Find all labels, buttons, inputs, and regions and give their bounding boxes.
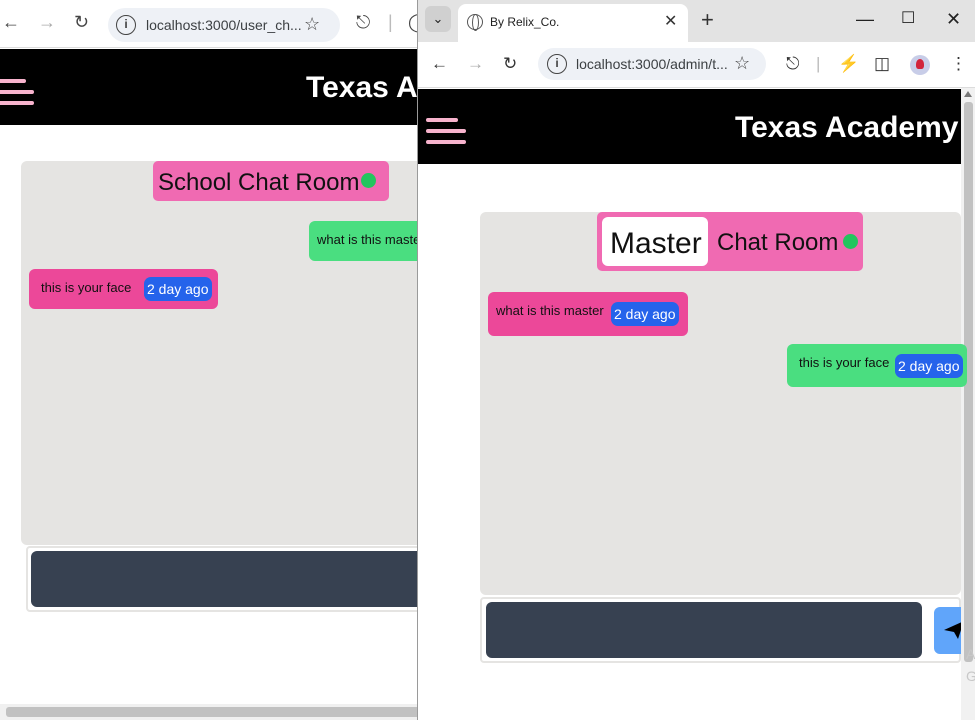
message-timestamp-badge: 2 day ago [895, 354, 963, 378]
message-text: what is this master [496, 303, 604, 318]
extensions-icon[interactable]: ⎋ [786, 54, 799, 74]
message-timestamp-badge: 2 day ago [611, 302, 679, 326]
bookmark-star-icon[interactable]: ☆ [734, 53, 750, 74]
send-plane-icon [944, 622, 961, 639]
fg-chat-room-label: Chat Room [717, 229, 839, 256]
fg-message-bubble: what is this master 2 day ago [488, 292, 688, 336]
master-label: Master [610, 227, 702, 260]
fg-message-bubble: this is your face 2 day ago [787, 344, 967, 387]
send-button[interactable] [934, 607, 961, 654]
bg-address-bar[interactable]: i localhost:3000/user_ch... ☆ [108, 8, 340, 42]
bookmark-star-icon[interactable]: ☆ [304, 14, 320, 35]
fg-browser-toolbar: ← → ↻ i localhost:3000/admin/t... ☆ ⎋ | … [418, 42, 975, 88]
vertical-scrollbar[interactable] [961, 88, 975, 720]
tab-title: By Relix_Co. [490, 15, 560, 29]
background-browser-window: ← → ↻ i localhost:3000/user_ch... ☆ ⎋ | … [0, 0, 420, 720]
tab-strip: ⌄ By Relix_Co. ✕ + — ☐ ✕ [418, 0, 975, 42]
bg-site-header: Texas Academy [0, 49, 420, 125]
reload-icon[interactable]: ↻ [503, 54, 517, 74]
globe-icon [467, 14, 483, 31]
toolbar-divider: | [816, 54, 821, 73]
fg-address-bar[interactable]: i localhost:3000/admin/t... ☆ [538, 48, 766, 80]
message-text: this is your face [799, 355, 890, 370]
fg-chat-room-title: Master Chat Room [597, 212, 863, 271]
forward-icon[interactable]: → [467, 54, 484, 74]
watermark-letter: A [966, 646, 975, 662]
profile-avatar[interactable] [910, 55, 930, 75]
more-menu-icon[interactable]: ⋮ [950, 54, 967, 74]
horizontal-scrollbar[interactable] [0, 704, 420, 720]
message-text: this is your face [41, 280, 132, 295]
back-icon[interactable]: ← [431, 54, 448, 74]
message-timestamp-badge: 2 day ago [144, 277, 212, 301]
hamburger-menu-icon[interactable] [0, 79, 36, 112]
scroll-up-arrow-icon[interactable] [964, 91, 972, 97]
tab-active[interactable]: By Relix_Co. ✕ [458, 4, 688, 42]
foreground-browser-window: ⌄ By Relix_Co. ✕ + — ☐ ✕ ← → ↻ i localho… [417, 0, 975, 720]
back-icon[interactable]: ← [2, 12, 20, 33]
toolbar-divider: | [388, 12, 393, 32]
close-tab-icon[interactable]: ✕ [664, 11, 677, 31]
fg-site-title: Texas Academy [735, 111, 959, 144]
close-window-icon[interactable]: ✕ [946, 9, 961, 29]
bg-chat-panel [21, 161, 420, 545]
watermark-letter: G [966, 668, 975, 684]
bg-chat-room-label: School Chat Room [158, 169, 360, 196]
new-tab-plus-icon[interactable]: + [701, 8, 714, 32]
online-status-dot [843, 234, 858, 249]
bg-browser-toolbar: ← → ↻ i localhost:3000/user_ch... ☆ ⎋ | … [0, 0, 420, 48]
message-text: what is this master [317, 232, 420, 247]
minimize-icon[interactable]: — [856, 9, 874, 29]
reload-icon[interactable]: ↻ [74, 12, 89, 33]
maximize-icon[interactable]: ☐ [901, 9, 915, 29]
tab-search-chevron-icon[interactable]: ⌄ [425, 6, 451, 32]
bg-url-text: localhost:3000/user_ch... [146, 17, 302, 33]
extensions-icon[interactable]: ⎋ [356, 12, 370, 33]
bg-message-input[interactable] [31, 551, 420, 607]
fg-url-text: localhost:3000/admin/t... [576, 56, 728, 72]
site-info-icon[interactable]: i [547, 54, 567, 74]
performance-icon[interactable]: ⚡ [838, 54, 859, 74]
bg-message-bubble: what is this master [309, 221, 420, 261]
forward-icon[interactable]: → [38, 12, 56, 33]
scrollbar-thumb[interactable] [6, 707, 420, 717]
master-label-box: Master [602, 217, 708, 266]
online-status-dot [361, 173, 376, 188]
site-info-icon[interactable]: i [116, 15, 136, 35]
fg-site-header: Texas Academy [418, 89, 961, 164]
bg-site-title: Texas Academy [306, 71, 420, 104]
fg-message-input[interactable] [486, 602, 922, 658]
bg-message-bubble: this is your face 2 day ago [29, 269, 218, 309]
bg-chat-room-title: School Chat Room [153, 161, 389, 201]
side-panel-icon[interactable]: ◫ [874, 54, 890, 74]
hamburger-menu-icon[interactable] [426, 118, 466, 151]
